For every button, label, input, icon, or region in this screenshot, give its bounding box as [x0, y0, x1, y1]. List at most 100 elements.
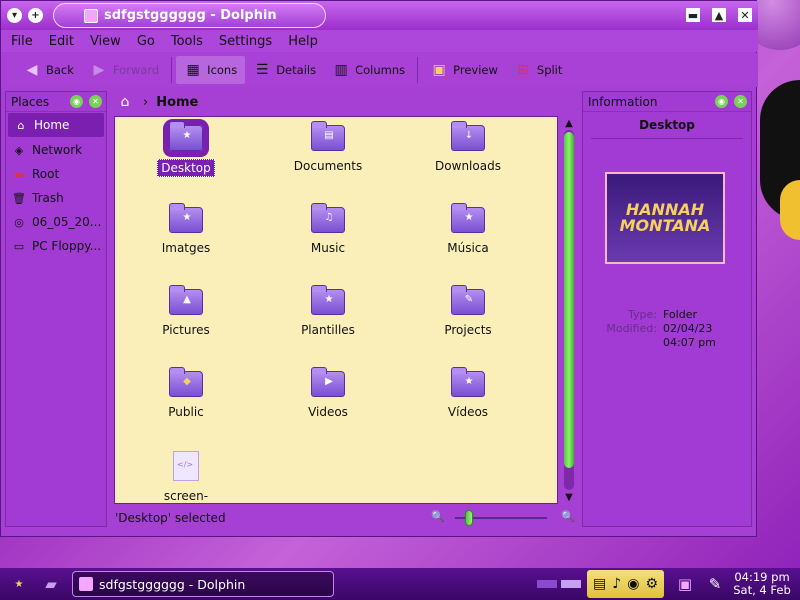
- details-view-button[interactable]: ☰ Details: [245, 56, 324, 84]
- columns-view-button[interactable]: ▥ Columns: [324, 56, 413, 84]
- document-icon: [173, 451, 199, 481]
- pager-desktop[interactable]: [537, 580, 558, 588]
- zoom-handle[interactable]: [465, 510, 473, 526]
- place-floppy[interactable]: ▭ PC Floppy...: [6, 234, 106, 258]
- folder-icon: ★: [169, 121, 203, 151]
- pager-desktop[interactable]: [561, 580, 582, 588]
- menu-settings[interactable]: Settings: [219, 34, 272, 49]
- lock-icon[interactable]: ▣: [670, 571, 700, 597]
- forward-label: Forward: [112, 63, 160, 77]
- menu-go[interactable]: Go: [137, 34, 155, 49]
- place-trash[interactable]: 🗑 Trash: [6, 186, 106, 210]
- toolbar-separator: [417, 57, 419, 83]
- menu-help[interactable]: Help: [288, 34, 318, 49]
- zoom-out-icon[interactable]: 🔍: [431, 510, 445, 523]
- title-pill: sdfgstgggggg - Dolphin: [53, 3, 326, 28]
- taskbar-clock[interactable]: 04:19 pm Sat, 4 Feb: [730, 571, 794, 597]
- place-network[interactable]: ◈ Network: [6, 138, 106, 162]
- dolphin-task-icon: [79, 577, 93, 591]
- file-item-plantilles[interactable]: ★ Plantilles: [263, 283, 393, 353]
- taskbar: ★ ▰ sdfgstgggggg - Dolphin ▤ ♪ ◉ ⚙ ▣ ✎ 0…: [0, 568, 800, 600]
- places-title: Places: [11, 94, 50, 109]
- file-label: Pictures: [162, 323, 210, 337]
- float-panel-icon[interactable]: ◉: [70, 95, 83, 108]
- file-item-public[interactable]: ◆ Public: [121, 365, 251, 435]
- kmenu-button[interactable]: ★: [2, 570, 36, 598]
- place-home[interactable]: ⌂ Home: [8, 113, 104, 137]
- close-panel-icon[interactable]: ✕: [89, 95, 102, 108]
- icons-view-icon: ▦: [186, 62, 200, 78]
- close-panel-icon[interactable]: ✕: [734, 95, 747, 108]
- file-label: Downloads: [435, 159, 501, 173]
- close-button[interactable]: ✕: [738, 8, 752, 22]
- desktop-pager[interactable]: [537, 580, 582, 588]
- home-icon[interactable]: ⌂: [115, 93, 135, 111]
- file-item-projects[interactable]: ✎ Projects: [403, 283, 533, 353]
- sticky-button[interactable]: +: [28, 8, 43, 23]
- folder-icon: ★: [451, 367, 485, 397]
- vertical-scrollbar[interactable]: ▲ ▼: [561, 116, 577, 504]
- preview-button[interactable]: ▣ Preview: [422, 56, 506, 84]
- float-panel-icon[interactable]: ◉: [715, 95, 728, 108]
- places-panel: Places ◉ ✕ ⌂ Home ◈ Network ▬ Root 🗑 Tra…: [5, 91, 107, 527]
- file-item-screen[interactable]: screen-: [121, 447, 251, 503]
- folder-icon: ✎: [451, 285, 485, 315]
- breadcrumb-home[interactable]: Home: [156, 95, 198, 110]
- meta-type-row: Type: Folder: [593, 308, 743, 322]
- logout-icon[interactable]: ✎: [700, 571, 730, 597]
- menu-tools[interactable]: Tools: [171, 34, 203, 49]
- menu-file[interactable]: File: [11, 34, 33, 49]
- zoom-slider[interactable]: 🔍 🔍: [431, 509, 577, 527]
- file-item-imatges[interactable]: ★ Imatges: [121, 201, 251, 271]
- scroll-down-icon[interactable]: ▼: [561, 490, 577, 504]
- menu-view[interactable]: View: [90, 34, 121, 49]
- divider: [591, 138, 743, 139]
- maximize-button[interactable]: ▲: [712, 8, 726, 22]
- folder-icon: ★: [169, 203, 203, 233]
- file-item-music[interactable]: ♫ Music: [263, 201, 393, 271]
- cdrom-icon: ◎: [14, 215, 24, 229]
- file-item-pictures[interactable]: ▲ Pictures: [121, 283, 251, 353]
- file-view[interactable]: ★ Desktop ▤ Documents ↓ Downloads ★ Imat…: [114, 116, 558, 504]
- file-item-documents[interactable]: ▤ Documents: [263, 119, 393, 189]
- place-root[interactable]: ▬ Root: [6, 162, 106, 186]
- scroll-up-icon[interactable]: ▲: [561, 116, 577, 130]
- folder-icon: ▲: [169, 285, 203, 315]
- menu-edit[interactable]: Edit: [49, 34, 74, 49]
- forward-button[interactable]: ▶ Forward: [82, 56, 167, 84]
- back-button[interactable]: ◀ Back: [15, 56, 82, 84]
- quick-launch-folder-icon[interactable]: ▰: [36, 571, 66, 597]
- details-label: Details: [276, 63, 317, 77]
- window-menu-button[interactable]: ▾: [7, 8, 22, 23]
- meta-modified-value: 02/04/23: [663, 322, 713, 335]
- file-label: Imatges: [161, 241, 211, 255]
- file-item-videos[interactable]: ▶ Videos: [263, 365, 393, 435]
- toolbar-separator: [171, 57, 173, 83]
- file-label: Documents: [293, 159, 363, 173]
- file-item-musica[interactable]: ★ Música: [403, 201, 533, 271]
- file-item-videos-ca[interactable]: ★ Vídeos: [403, 365, 533, 435]
- file-label: screen-: [163, 489, 209, 503]
- place-cdrom[interactable]: ◎ 06_05_20...: [6, 210, 106, 234]
- dolphin-app-icon: [84, 9, 98, 23]
- settings-gear-icon[interactable]: ⚙: [645, 576, 658, 592]
- back-arrow-icon: ◀: [26, 62, 38, 78]
- preview-label: Preview: [453, 63, 498, 77]
- split-button[interactable]: ⊞ Split: [506, 56, 571, 84]
- status-text: 'Desktop' selected: [115, 511, 226, 525]
- scroll-thumb[interactable]: [564, 132, 574, 468]
- place-label: Trash: [32, 191, 64, 205]
- file-item-downloads[interactable]: ↓ Downloads: [403, 119, 533, 189]
- columns-label: Columns: [355, 63, 406, 77]
- file-label: Plantilles: [301, 323, 355, 337]
- icons-view-button[interactable]: ▦ Icons: [176, 56, 246, 84]
- network-status-icon[interactable]: ◉: [627, 576, 639, 592]
- location-bar: ⌂ › Home: [113, 91, 578, 113]
- zoom-in-icon[interactable]: 🔍: [561, 510, 575, 523]
- floppy-icon: ▭: [13, 239, 25, 253]
- volume-icon[interactable]: ♪: [612, 576, 621, 592]
- file-item-desktop[interactable]: ★ Desktop: [121, 119, 251, 189]
- minimize-button[interactable]: ▬: [686, 8, 700, 22]
- clipboard-icon[interactable]: ▤: [593, 576, 606, 592]
- taskbar-task-dolphin[interactable]: sdfgstgggggg - Dolphin: [72, 571, 334, 597]
